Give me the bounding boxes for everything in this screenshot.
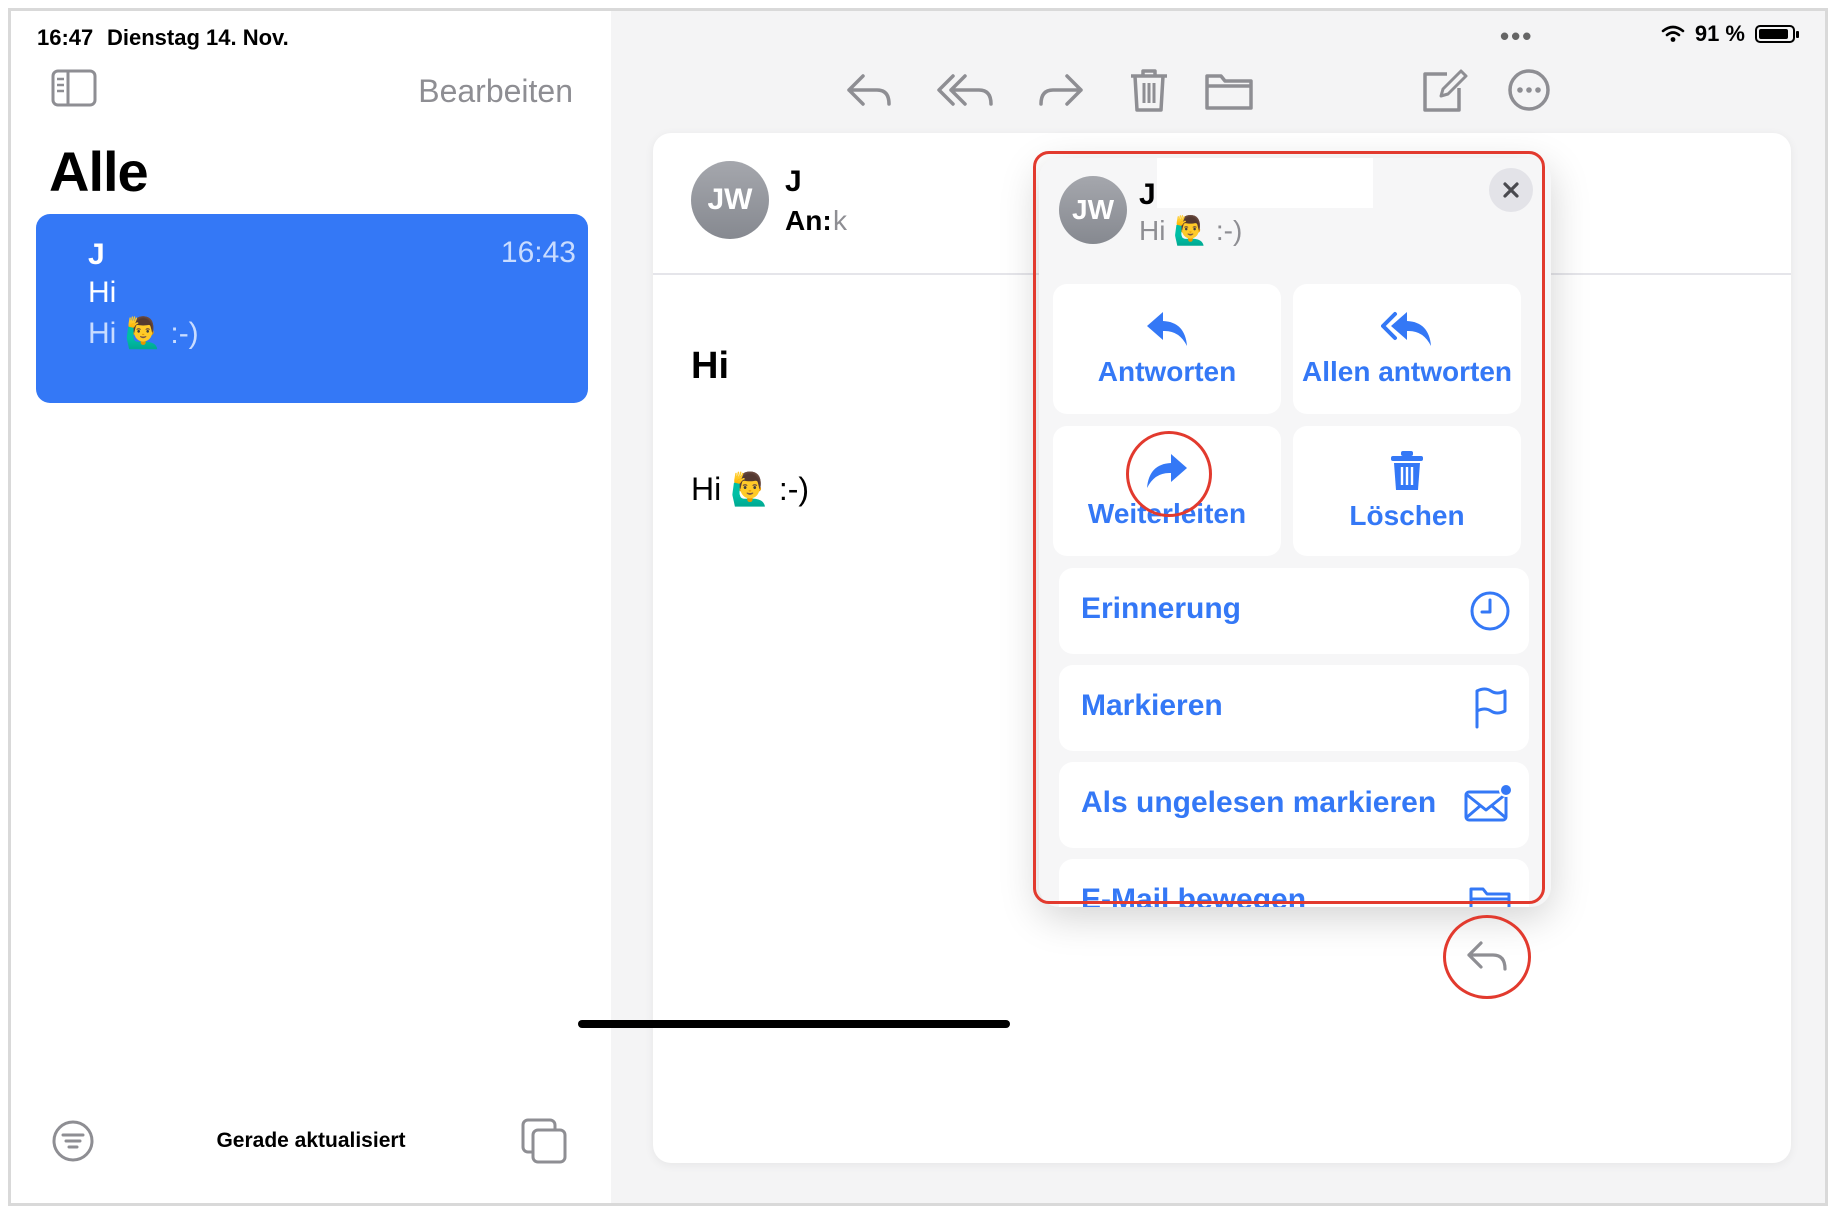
edit-button[interactable]: Bearbeiten [418, 73, 573, 110]
recipient-address[interactable]: k [833, 205, 847, 237]
battery-percent: 91 % [1694, 21, 1745, 46]
trash-icon[interactable] [1123, 66, 1175, 114]
forward-icon[interactable] [1035, 66, 1087, 114]
status-date: Dienstag 14. Nov. [107, 25, 289, 50]
highlight-circle-reply [1443, 915, 1531, 999]
message-body-text: Hi 🙋‍♂️ :-) [691, 471, 810, 507]
message-list-item[interactable]: J 16:43 Hi Hi 🙋‍♂️ :-) [36, 214, 588, 403]
ipad-screen: Bearbeiten Alle J 16:43 Hi Hi 🙋‍♂️ :-) G… [8, 8, 1828, 1206]
windows-icon[interactable] [519, 1116, 569, 1166]
more-icon[interactable] [1503, 66, 1555, 114]
message-time: 16:43 [500, 236, 576, 269]
multitasking-dots-icon[interactable]: ••• [1500, 21, 1533, 52]
mailbox-sidebar: Bearbeiten Alle J 16:43 Hi Hi 🙋‍♂️ :-) G… [11, 11, 612, 1203]
wifi-icon [1661, 25, 1685, 42]
sender-avatar[interactable]: JW [691, 161, 769, 239]
folder-icon[interactable] [1203, 66, 1255, 114]
message-sender: J [88, 238, 105, 271]
highlight-circle-forward [1126, 431, 1212, 517]
message-body-heading: Hi [691, 345, 729, 387]
message-sender-name[interactable]: J [785, 165, 802, 199]
home-indicator[interactable] [578, 1020, 1010, 1028]
mailbox-title: Alle [49, 140, 149, 203]
reply-all-icon[interactable] [937, 66, 997, 114]
reply-icon[interactable] [843, 66, 895, 114]
compose-icon[interactable] [1419, 66, 1471, 114]
recipient-label: An: [785, 205, 832, 236]
status-time: 16:47 [37, 25, 94, 50]
highlight-box [1033, 151, 1545, 904]
message-subject: Hi [88, 276, 117, 309]
sidebar-toggle-icon[interactable] [51, 69, 97, 107]
status-indicators: 91 % [1661, 21, 1799, 47]
message-preview: Hi 🙋‍♂️ :-) [88, 317, 199, 350]
battery-icon [1755, 25, 1799, 43]
